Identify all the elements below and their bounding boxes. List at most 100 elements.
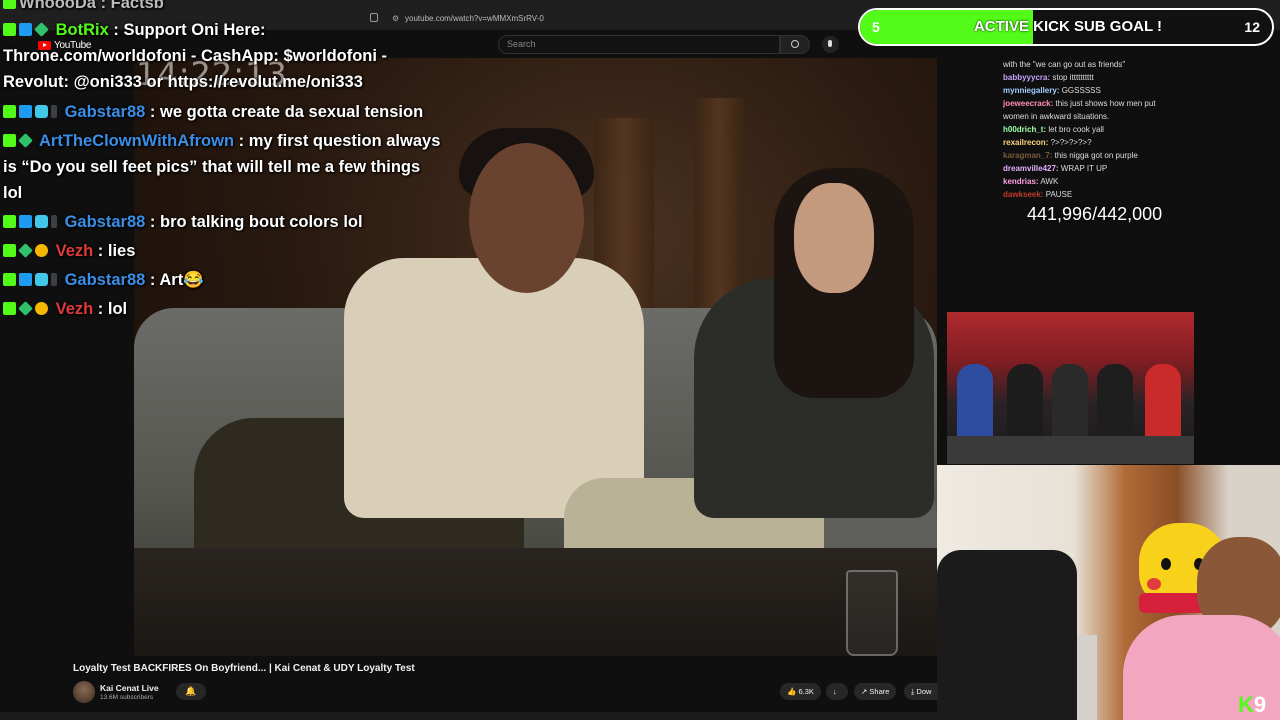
side-chat-text: stop itttttttttt <box>1052 73 1094 82</box>
notification-bell-button[interactable]: 🔔 <box>176 683 206 700</box>
side-chat-user[interactable]: dawkseek: <box>1003 190 1043 199</box>
pikachu-cheek <box>1147 578 1161 590</box>
side-chat-line: mynniegallery: GGSSSSS <box>1003 84 1203 97</box>
chat-username[interactable]: Vezh <box>56 300 94 318</box>
download-button[interactable]: ⤓ Dow <box>904 683 939 700</box>
chat-username[interactable]: Gabstar88 <box>65 103 146 121</box>
side-chat-user[interactable]: rexailrecon: <box>1003 138 1048 147</box>
chat-message: Vezh : lol <box>3 296 127 322</box>
side-chat-text: ?>?>?>?>? <box>1050 138 1092 147</box>
side-chat-user[interactable]: karagman_7: <box>1003 151 1052 160</box>
kick-logo-icon: K9 <box>1238 692 1266 718</box>
person <box>1007 364 1043 444</box>
view-counter: 441,996/442,000 <box>1027 204 1163 224</box>
chat-message: Gabstar88 : we gotta create da sexual te… <box>3 99 423 125</box>
moderator-badge-icon <box>19 105 32 118</box>
kick-badge-icon <box>3 244 16 257</box>
channel-avatar[interactable] <box>73 681 95 703</box>
side-chat-line: h00drich_t: let bro cook yall <box>1003 123 1203 136</box>
thumbs-up-icon: 👍 <box>787 687 797 696</box>
diamond-badge-icon <box>18 133 33 148</box>
table <box>134 548 937 656</box>
kick-badge-icon <box>3 215 16 228</box>
streamer-webcam <box>937 465 1280 720</box>
side-chat-user[interactable]: mynniegallery: <box>1003 86 1059 95</box>
thumbs-down-icon: ↓ <box>833 687 837 696</box>
side-chat-line: joeweecrack: this just shows how men put <box>1003 97 1203 110</box>
microphone-icon[interactable] <box>822 36 839 53</box>
like-count: 6.3K <box>798 687 814 696</box>
person <box>1097 364 1133 444</box>
share-label: Share <box>869 687 890 696</box>
gift-badge-icon <box>35 105 48 118</box>
video-title: Loyalty Test BACKFIRES On Boyfriend... |… <box>73 663 415 674</box>
share-button[interactable]: ↗ Share <box>854 683 897 700</box>
side-chat-line: dawkseek: PAUSE <box>1003 188 1203 201</box>
gaming-chair <box>937 550 1077 720</box>
sub-goal-bar: 5 ACTIVE KICK SUB GOAL ! 12 <box>858 8 1274 46</box>
gold-badge-icon <box>35 302 48 315</box>
gift-badge-icon <box>35 273 48 286</box>
diamond-badge-icon <box>18 243 33 258</box>
side-chat-line: with the "we can go out as friends" <box>1003 58 1203 71</box>
subscriber-count: 13.6M subscribers <box>100 694 154 701</box>
search-button[interactable] <box>780 35 810 54</box>
kick-badge-icon <box>3 273 16 286</box>
dislike-button[interactable]: ↓ <box>826 683 848 700</box>
desk <box>947 436 1194 464</box>
group-camera <box>947 312 1194 464</box>
search-input[interactable]: Search <box>498 35 780 54</box>
chat-username[interactable]: Vezh <box>56 242 94 260</box>
kick-badge-icon <box>3 23 16 36</box>
side-chat-text: AWK <box>1040 177 1059 186</box>
moderator-badge-icon <box>19 273 32 286</box>
kick-badge-icon <box>3 302 16 315</box>
chat-text: : Art😂 <box>149 271 204 289</box>
chat-text: : lies <box>97 242 136 260</box>
side-chat: with the "we can go out as friends" babb… <box>1003 58 1203 201</box>
man-head <box>469 143 584 293</box>
chat-username[interactable]: BotRix <box>56 21 109 39</box>
chat-username[interactable]: Gabstar88 <box>65 213 146 231</box>
side-chat-user[interactable]: babbyyycra: <box>1003 73 1050 82</box>
chat-username[interactable]: Gabstar88 <box>65 271 146 289</box>
search-icon <box>791 40 799 48</box>
side-chat-line: karagman_7: this nigga got on purple <box>1003 149 1203 162</box>
chat-text: : lol <box>97 300 128 318</box>
side-chat-user[interactable]: kendrias: <box>1003 177 1039 186</box>
side-chat-line: women in awkward situations. <box>1003 110 1203 123</box>
woman-face <box>794 183 874 293</box>
side-chat-user[interactable]: h00drich_t: <box>1003 125 1046 134</box>
diamond-badge-icon <box>18 301 33 316</box>
gift-badge-icon <box>35 215 48 228</box>
chat-username[interactable]: ArtTheClownWithAfrown <box>39 132 234 150</box>
person <box>957 364 993 444</box>
kick-badge-icon <box>3 134 16 147</box>
sub-goal-label: ACTIVE KICK SUB GOAL ! <box>973 18 1163 35</box>
chat-message: Gabstar88 : bro talking bout colors lol <box>3 209 363 235</box>
like-button[interactable]: 👍 6.3K <box>780 683 821 700</box>
sub-badge-icon <box>51 215 57 228</box>
side-chat-text: WRAP IT UP <box>1060 164 1108 173</box>
side-chat-line: babbyyycra: stop itttttttttt <box>1003 71 1203 84</box>
side-chat-text: this just shows how men put <box>1055 99 1156 108</box>
side-chat-line: rexailrecon: ?>?>?>?>? <box>1003 136 1203 149</box>
wood-panel <box>694 98 744 318</box>
channel-name[interactable]: Kai Cenat Live <box>100 683 159 693</box>
side-chat-text: PAUSE <box>1045 190 1073 199</box>
chat-text: WhoooDa : Factsb <box>19 0 164 12</box>
side-chat-user[interactable]: dreamville427: <box>1003 164 1059 173</box>
side-chat-text: let bro cook yall <box>1048 125 1104 134</box>
chat-message: ArtTheClownWithAfrown : my first questio… <box>3 128 443 206</box>
side-chat-line: kendrias: AWK <box>1003 175 1203 188</box>
bell-icon: 🔔 <box>185 686 197 696</box>
bottom-bar <box>0 712 937 720</box>
side-chat-user[interactable]: joeweecrack: <box>1003 99 1053 108</box>
side-chat-text: this nigga got on purple <box>1054 151 1138 160</box>
sub-goal-end: 12 <box>1244 19 1260 35</box>
person <box>1052 364 1088 444</box>
sub-badge-icon <box>51 273 57 286</box>
chat-message: Gabstar88 : Art😂 <box>3 267 204 293</box>
side-chat-text: GGSSSSS <box>1061 86 1101 95</box>
chat-message: BotRix : Support Oni Here: Throne.com/wo… <box>3 17 443 95</box>
